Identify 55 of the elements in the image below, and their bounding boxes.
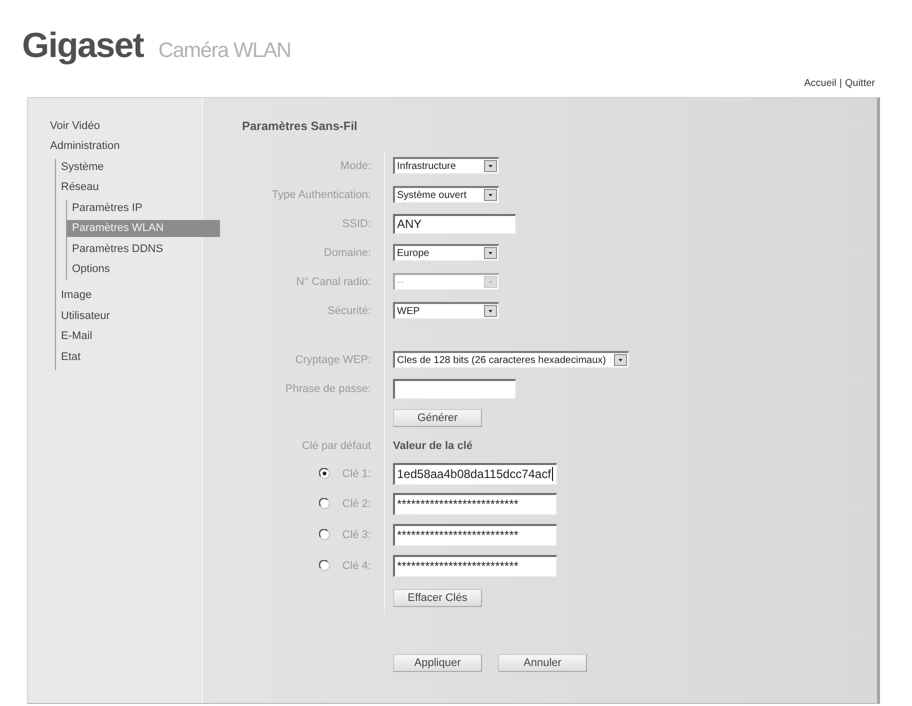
dropdown-field[interactable]: Cles de 128 bits (26 caracteres hexadecimaux) (393, 351, 629, 368)
sidebar-item[interactable]: Options (67, 261, 112, 278)
caret-icon[interactable] (484, 160, 497, 172)
caret-icon[interactable] (614, 354, 627, 366)
generate-button[interactable]: Générer (393, 408, 482, 426)
sidebar-item[interactable]: E-Mail (61, 328, 94, 345)
brand-logo: Gigaset (22, 25, 144, 67)
radio-button[interactable] (319, 498, 330, 509)
sidebar-item[interactable]: Paramètres IP (67, 200, 144, 216)
key-field[interactable]: ************************** (393, 524, 557, 546)
field-label: Clé par défaut (302, 440, 371, 452)
nav-link[interactable]: Quitter (844, 78, 875, 90)
sidebar-item[interactable]: Voir Vidéo (50, 118, 102, 134)
field-label: Clé 1: (342, 468, 371, 480)
field-label: Cryptage WEP: (295, 354, 371, 366)
key-field[interactable]: ************************** (393, 554, 557, 576)
dropdown-field[interactable]: WEP (393, 302, 499, 319)
dropdown-field[interactable]: Europe (393, 244, 499, 261)
column-heading: Valeur de la clé (393, 440, 472, 452)
field-label: Clé 2: (342, 498, 371, 510)
field-label: Domaine: (324, 246, 371, 258)
field-label: Type Authentication: (272, 188, 371, 200)
sidebar-item[interactable]: Etat (61, 348, 83, 366)
section-title: Paramètres Sans-Fil (242, 118, 358, 135)
field-label: Clé 4: (342, 560, 371, 572)
sidebar-item[interactable]: Administration (50, 138, 122, 155)
key-field[interactable]: 1ed58aa4b08da115dcc74acf (393, 462, 557, 484)
sidebar-item[interactable]: Système (61, 158, 106, 176)
clear-keys-button[interactable]: Effacer Clés (393, 588, 482, 606)
field-label: Sécurité: (328, 304, 371, 316)
nav-link[interactable]: Accueil (804, 78, 836, 90)
key-field[interactable]: ************************** (393, 492, 557, 514)
text-field[interactable] (393, 378, 516, 398)
sidebar-item[interactable]: Réseau (61, 179, 101, 196)
field-label: Phrase de passe: (285, 382, 371, 394)
sidebar-item[interactable]: Image (61, 287, 94, 304)
field-label: SSID: (342, 218, 371, 230)
field-label: Clé 3: (342, 528, 371, 540)
link-separator: | (839, 78, 842, 90)
sidebar-item[interactable]: Utilisateur (61, 308, 112, 324)
apply-button[interactable]: Appliquer (393, 654, 482, 672)
field-label: Mode: (340, 160, 371, 172)
radio-button[interactable] (319, 529, 330, 540)
radio-button[interactable] (319, 468, 330, 479)
dropdown-field[interactable]: Infrastructure (393, 157, 499, 174)
radio-button[interactable] (319, 560, 330, 571)
field-label: N° Canal radio: (296, 276, 371, 288)
text-field[interactable]: ANY (393, 214, 516, 234)
caret-icon[interactable] (484, 305, 497, 317)
dropdown-field[interactable]: Système ouvert (393, 186, 499, 203)
caret-icon[interactable] (484, 247, 497, 259)
cancel-button[interactable]: Annuler (498, 654, 587, 672)
sidebar-item[interactable]: Paramètres DDNS (67, 240, 166, 258)
caret-icon[interactable] (484, 189, 497, 201)
product-title: Caméra WLAN (158, 39, 291, 63)
